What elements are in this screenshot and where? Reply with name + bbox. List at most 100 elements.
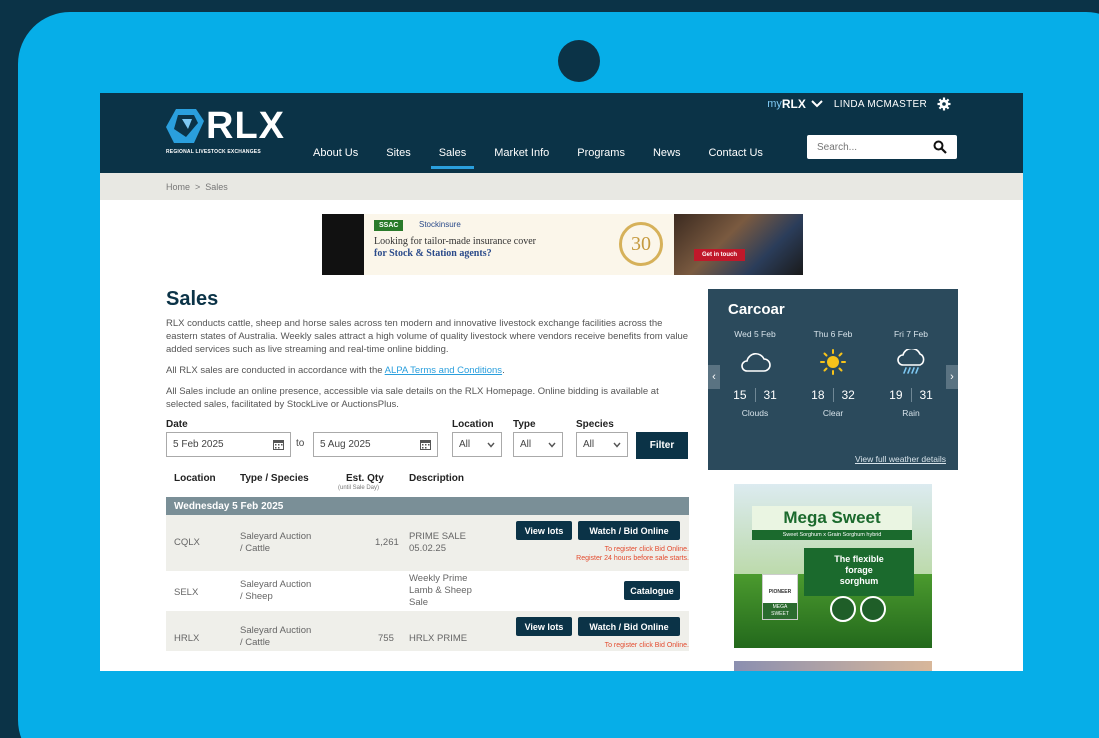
pioneer-product-bag: PIONEER MEGA SWEET [762,574,798,620]
weather-day-label: Wed 5 Feb [734,329,776,339]
weather-min: 19 [889,388,903,402]
chevron-down-icon [548,442,556,448]
weather-next-arrow[interactable]: › [946,365,958,389]
row-location: SELX [174,587,199,598]
location-select[interactable]: All [452,432,502,457]
row-type: Saleyard Auction [240,531,312,542]
gear-icon[interactable] [937,97,951,111]
location-label: Location [452,419,494,430]
breadcrumb-current: Sales [205,181,228,192]
type-label: Type [513,419,536,430]
weather-prev-arrow[interactable]: ‹ [708,365,720,389]
browser-screen: RLX REGIONAL LIVESTOCK EXCHANGES my RLX … [100,93,1023,671]
species-value: All [583,439,595,450]
chevron-down-icon [487,442,495,448]
ad-title: Mega Sweet [752,506,912,530]
utility-bar: my RLX LINDA MCMASTER [767,97,951,111]
nav-news[interactable]: News [645,143,689,169]
day-group-header: Wednesday 5 Feb 2025 [166,497,689,515]
weather-condition: Clear [822,408,844,418]
view-lots-button[interactable]: View lots [516,521,572,540]
weather-day-label: Fri 7 Feb [893,329,928,339]
view-lots-button[interactable]: View lots [516,617,572,636]
search-box [807,135,957,159]
row-desc-line-1: Weekly Prime [409,573,468,584]
online-paragraph: All Sales include an online presence, ac… [166,386,659,410]
myrlx-prefix: my [767,98,782,110]
type-value: All [520,439,532,450]
myrlx-brand: RLX [781,97,806,111]
weather-max: 32 [841,388,855,402]
row-type: Saleyard Auction [240,625,312,636]
sun-icon [820,349,846,375]
row-desc-line-3: Sale [409,597,429,608]
ad-tagline: The flexible forage sorghum [804,548,914,596]
breadcrumb: Home > Sales [100,173,1023,200]
weather-condition: Rain [902,408,920,418]
ad-tagline-3: sorghum [839,576,879,586]
row-desc-line-2: 05.02.25 [409,543,446,554]
row-location: CQLX [174,537,200,548]
search-icon[interactable] [933,140,947,154]
terms-prefix: All RLX sales are conducted in accordanc… [166,365,385,376]
row-type: Saleyard Auction [240,579,312,590]
table-row: HRLX Saleyard Auction / Cattle 755 HRLX … [166,611,689,651]
date-label: Date [166,419,188,430]
type-select[interactable]: All [513,432,563,457]
get-in-touch-button[interactable]: Get in touch [694,249,745,261]
col-description: Description [409,473,465,484]
date-to-field[interactable]: 5 Aug 2025 [313,432,438,457]
logo-wordmark: RLX [206,105,285,147]
col-est-qty: Est. Qty [346,473,384,484]
chevron-down-icon [613,442,621,448]
rain-icon [897,347,925,374]
weather-day-label: Thu 6 Feb [813,329,853,339]
date-to-separator: to [296,438,305,449]
product-name: MEGA SWEET [763,603,797,619]
weather-day: Fri 7 Feb 19 31 Rain [876,329,946,418]
banner-line-2: for Stock & Station agents? [374,248,492,259]
nav-sites[interactable]: Sites [378,143,418,169]
row-desc-line-1: PRIME SALE [409,531,467,542]
alpa-terms-link[interactable]: ALPA Terms and Conditions [385,365,502,376]
user-name[interactable]: LINDA MCMASTER [834,99,927,110]
nav-contact-us[interactable]: Contact Us [700,143,770,169]
page-title: Sales [166,288,219,310]
myrlx-menu[interactable]: my RLX [767,97,824,111]
nav-market-info[interactable]: Market Info [486,143,557,169]
col-type-species: Type / Species [240,473,309,484]
logo-mark-icon [166,109,204,143]
insurance-banner-ad[interactable]: SSAC Stockinsure Looking for tailor-made… [322,214,803,275]
weather-day: Wed 5 Feb 15 31 Clouds [720,329,790,418]
date-from-field[interactable]: 5 Feb 2025 [166,432,291,457]
mega-sweet-ad[interactable]: Mega Sweet Sweet Sorghum x Grain Sorghum… [734,484,932,648]
catalogue-button[interactable]: Catalogue [624,581,680,600]
cloud-icon [741,353,771,372]
secondary-ad[interactable] [734,661,932,671]
nav-programs[interactable]: Programs [569,143,633,169]
col-est-qty-sub: (until Sale Day) [338,485,380,491]
weather-day: Thu 6 Feb 18 32 Clear [798,329,868,418]
weather-min: 18 [811,388,825,402]
weather-condition: Clouds [741,408,769,418]
site-header: RLX REGIONAL LIVESTOCK EXCHANGES my RLX … [100,93,1023,173]
banner-photo [674,214,803,275]
weather-widget: Carcoar ‹ › Wed 5 Feb 15 31 Clouds Thu 6 … [708,289,958,470]
breadcrumb-home[interactable]: Home [166,182,190,192]
register-note-1: To register click Bid Online. [604,642,689,649]
sales-table-header: Location Type / Species Est. Qty (until … [166,469,689,497]
nav-sales[interactable]: Sales [430,143,475,169]
seal-icon [860,596,886,622]
weather-details-link[interactable]: View full weather details [855,454,946,464]
row-species: / Cattle [240,637,271,648]
filter-button[interactable]: Filter [636,432,688,459]
watch-bid-online-button[interactable]: Watch / Bid Online [578,617,680,636]
calendar-icon [420,440,431,450]
product-name-2: SWEET [771,611,789,617]
species-select[interactable]: All [576,432,628,457]
row-desc-line-2: Lamb & Sheep [409,585,472,596]
watch-bid-online-button[interactable]: Watch / Bid Online [578,521,680,540]
search-input[interactable] [807,141,927,153]
main-nav: About Us Sites Sales Market Info Program… [305,143,783,169]
nav-about-us[interactable]: About Us [305,143,366,169]
